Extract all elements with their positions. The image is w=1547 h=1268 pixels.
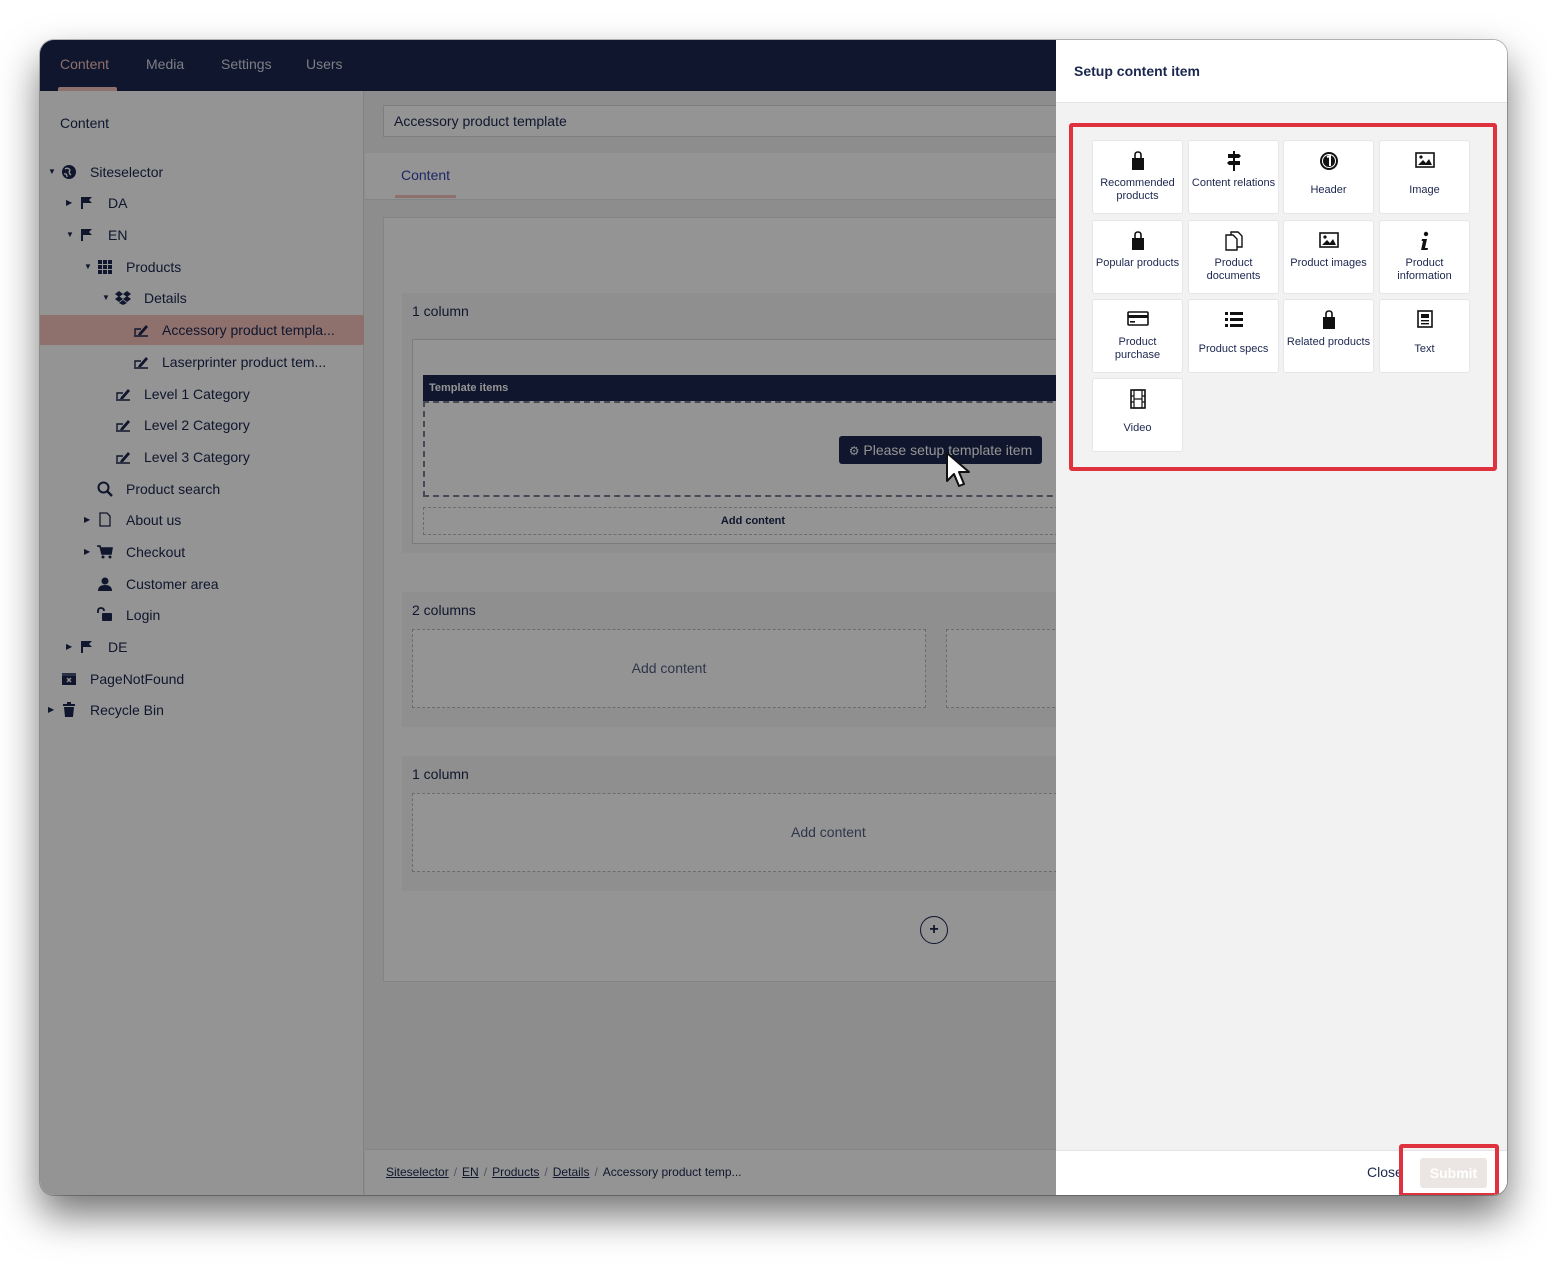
item-label: Text [1414,343,1435,355]
signpost-icon [1189,151,1278,173]
item-label: Related products [1286,336,1371,348]
item-label: Recommended products [1100,177,1175,202]
item-product-specs[interactable]: Product specs [1188,299,1279,373]
item-content-relations[interactable]: Content relations [1188,140,1279,214]
item-video[interactable]: Video [1092,378,1183,452]
item-product-information[interactable]: Product information [1379,220,1470,294]
item-product-images[interactable]: Product images [1283,220,1374,294]
item-related-products[interactable]: Related products [1283,299,1374,373]
number-one-icon [1284,151,1373,173]
item-label: Product specs [1198,343,1269,355]
picture-icon [1380,151,1469,173]
mouse-cursor-icon [946,452,970,487]
shopping-bag-icon [1284,310,1373,332]
close-button[interactable]: Close [1367,1164,1403,1180]
info-icon [1380,231,1469,253]
item-label: Product purchase [1114,336,1161,361]
item-recommended-products[interactable]: Recommended products [1092,140,1183,214]
item-label: Product information [1397,257,1452,282]
item-popular-products[interactable]: Popular products [1092,220,1183,294]
item-label: Image [1409,184,1440,196]
item-image[interactable]: Image [1379,140,1470,214]
panel-title: Setup content item [1074,63,1201,79]
picture-icon [1284,231,1373,253]
item-header[interactable]: Header [1283,140,1374,214]
submit-highlight [1399,1144,1499,1195]
list-icon [1189,310,1278,332]
shopping-bag-icon [1093,151,1182,173]
item-label: Header [1310,184,1347,196]
item-label: Video [1123,422,1152,434]
item-label: Product documents [1206,257,1261,282]
documents-icon [1189,231,1278,253]
panel-header: Setup content item [1056,40,1507,103]
shopping-bag-icon [1093,231,1182,253]
item-product-purchase[interactable]: Product purchase [1092,299,1183,373]
item-label: Product images [1290,257,1367,269]
item-label: Content relations [1191,177,1276,189]
film-icon [1093,389,1182,411]
item-text[interactable]: Text [1379,299,1470,373]
item-product-documents[interactable]: Product documents [1188,220,1279,294]
modal-backdrop[interactable] [40,40,1056,1195]
newspaper-icon [1380,310,1469,332]
app-window: Content Media Settings Users Content ▼ S… [40,40,1507,1195]
credit-card-icon [1093,310,1182,332]
setup-content-item-panel: Setup content item Recommended products … [1056,40,1507,1195]
panel-footer: Close Submit [1056,1144,1507,1195]
item-label: Popular products [1095,257,1180,269]
